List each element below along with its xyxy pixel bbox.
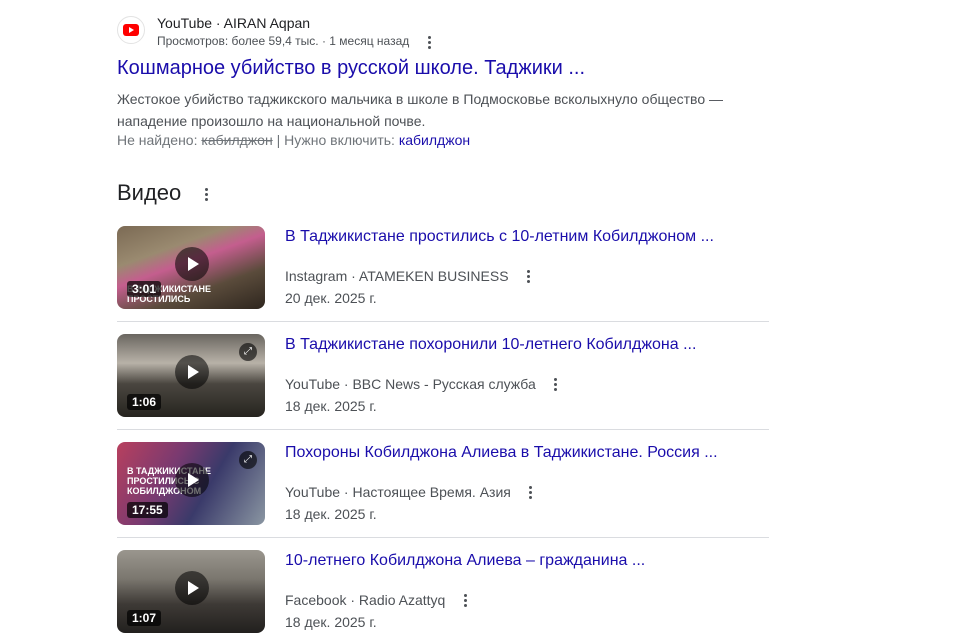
more-options-icon[interactable] bbox=[550, 376, 562, 392]
video-thumbnail[interactable]: В таджикистане простились 3:01 bbox=[117, 226, 265, 309]
video-thumbnail[interactable]: 1:07 bbox=[117, 550, 265, 633]
play-icon[interactable] bbox=[175, 247, 209, 281]
video-source-text: Instagram · ATAMEKEN BUSINESS bbox=[285, 268, 509, 284]
result-meta: Просмотров: более 59,4 тыс. · 1 месяц на… bbox=[157, 34, 410, 48]
video-date: 18 дек. 2025 г. bbox=[285, 506, 377, 522]
video-duration: 1:07 bbox=[127, 610, 162, 626]
video-duration: 1:06 bbox=[127, 394, 162, 410]
search-result: YouTube · AIRAN Aqpan Просмотров: более … bbox=[117, 12, 757, 148]
video-item[interactable]: В таджикистане простились 3:01 В Таджики… bbox=[117, 226, 769, 322]
video-title-link[interactable]: В Таджикистане похоронили 10-летнего Коб… bbox=[285, 336, 696, 354]
video-thumbnail[interactable]: ⤢ В таджикистане простились с кобилджоно… bbox=[117, 442, 265, 525]
video-date: 20 дек. 2025 г. bbox=[285, 290, 377, 306]
video-date: 18 дек. 2025 г. bbox=[285, 398, 377, 414]
result-source-name[interactable]: YouTube · AIRAN Aqpan bbox=[157, 15, 310, 31]
video-item[interactable]: ⤢ 1:06 В Таджикистане похоронили 10-летн… bbox=[117, 334, 769, 430]
video-item[interactable]: 1:07 10-летнего Кобилджона Алиева – граж… bbox=[117, 550, 769, 644]
result-snippet: Жестокое убийство таджикского мальчика в… bbox=[117, 91, 723, 129]
video-title-link[interactable]: Похороны Кобилджона Алиева в Таджикистан… bbox=[285, 444, 718, 462]
video-title-link[interactable]: 10-летнего Кобилджона Алиева – гражданин… bbox=[285, 552, 645, 570]
more-options-icon[interactable] bbox=[523, 268, 535, 284]
video-duration: 3:01 bbox=[127, 281, 162, 297]
video-source-text: YouTube · Настоящее Время. Азия bbox=[285, 484, 511, 500]
video-source: YouTube · BBC News - Русская служба bbox=[285, 376, 562, 392]
play-icon[interactable] bbox=[175, 355, 209, 389]
video-date: 18 дек. 2025 г. bbox=[285, 614, 377, 630]
play-icon[interactable] bbox=[175, 463, 209, 497]
video-title-link[interactable]: В Таджикистане простились с 10-летним Ко… bbox=[285, 228, 714, 246]
include-label: | Нужно включить: bbox=[276, 132, 395, 148]
include-term-link[interactable]: кабилджон bbox=[399, 132, 470, 148]
result-source-row: YouTube · AIRAN Aqpan Просмотров: более … bbox=[117, 12, 757, 52]
video-source: Facebook · Radio Azattyq bbox=[285, 592, 471, 608]
video-duration: 17:55 bbox=[127, 502, 168, 518]
video-source-text: Facebook · Radio Azattyq bbox=[285, 592, 446, 608]
videos-more-options-icon[interactable] bbox=[200, 185, 212, 203]
missing-label: Не найдено: bbox=[117, 132, 198, 148]
expand-icon[interactable]: ⤢ bbox=[239, 451, 257, 469]
video-thumbnail[interactable]: ⤢ 1:06 bbox=[117, 334, 265, 417]
more-options-icon[interactable] bbox=[525, 484, 537, 500]
play-icon[interactable] bbox=[175, 571, 209, 605]
videos-heading: Видео bbox=[117, 180, 182, 205]
missing-terms: Не найдено: кабилджон | Нужно включить: … bbox=[117, 132, 470, 148]
result-title-link[interactable]: Кошмарное убийство в русской школе. Тадж… bbox=[117, 57, 585, 80]
video-item[interactable]: ⤢ В таджикистане простились с кобилджоно… bbox=[117, 442, 769, 538]
missing-term: кабилджон bbox=[201, 132, 273, 148]
youtube-icon[interactable] bbox=[117, 16, 145, 44]
video-source: Instagram · ATAMEKEN BUSINESS bbox=[285, 268, 535, 284]
video-source-text: YouTube · BBC News - Русская служба bbox=[285, 376, 536, 392]
video-source: YouTube · Настоящее Время. Азия bbox=[285, 484, 537, 500]
expand-icon[interactable]: ⤢ bbox=[239, 343, 257, 361]
more-options-icon[interactable] bbox=[423, 34, 435, 50]
more-options-icon[interactable] bbox=[459, 592, 471, 608]
